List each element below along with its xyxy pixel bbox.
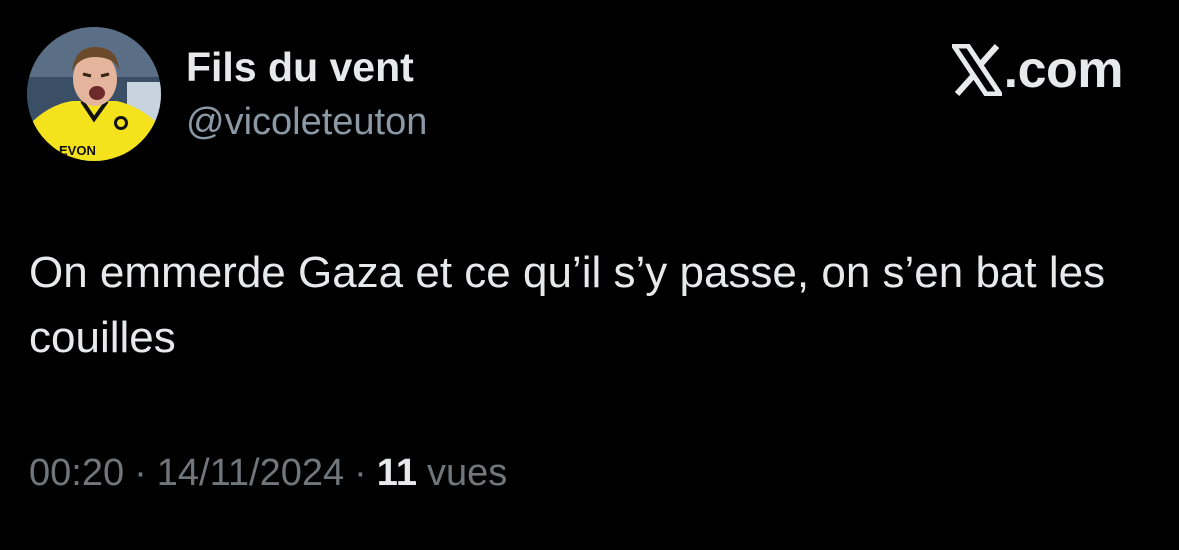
meta-separator: · bbox=[134, 452, 147, 494]
tweet-card: EVON Fils du vent @vicoleteuton .com On … bbox=[0, 0, 1179, 550]
user-handle[interactable]: @vicoleteuton bbox=[186, 101, 427, 144]
tweet-time[interactable]: 00:20 bbox=[29, 452, 124, 495]
tweet-meta: 00:20 · 14/11/2024 · 11 vues bbox=[29, 452, 507, 495]
tweet-date[interactable]: 14/11/2024 bbox=[157, 452, 344, 495]
x-com-logo: .com bbox=[948, 40, 1124, 100]
meta-separator: · bbox=[354, 452, 367, 494]
avatar[interactable]: EVON bbox=[27, 27, 161, 161]
avatar-photo: EVON bbox=[27, 27, 161, 161]
brand-domain-text: .com bbox=[1003, 41, 1124, 99]
avatar-shirt-text: EVON bbox=[59, 143, 96, 158]
x-logo-icon bbox=[948, 43, 1005, 97]
display-name[interactable]: Fils du vent bbox=[186, 44, 414, 91]
tweet-text: On emmerde Gaza et ce qu’il s’y passe, o… bbox=[29, 248, 1106, 362]
views-label: vues bbox=[426, 452, 508, 494]
views-count[interactable]: 11 bbox=[377, 452, 417, 495]
